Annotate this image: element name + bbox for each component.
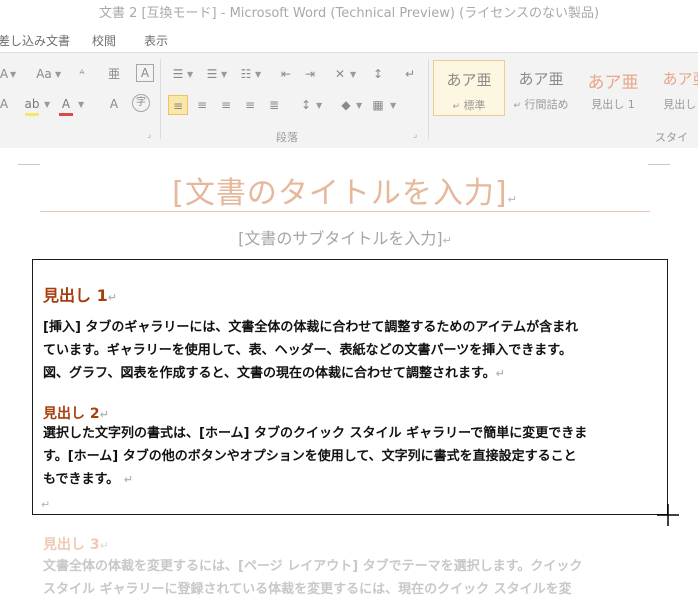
bullets-icon[interactable]: ☰	[168, 64, 188, 84]
chevron-down-icon: ▼	[356, 101, 363, 110]
chevron-down-icon: ▼	[221, 70, 228, 79]
align-right-icon[interactable]: ≡	[216, 95, 236, 115]
text-line: ています。ギャラリーを使用して、表、ヘッダー、表紙などの文書パーツを挿入できます…	[43, 343, 572, 358]
document-subtitle[interactable]: [文書のサブタイトルを入力]↵	[40, 225, 650, 249]
enclose-char-icon[interactable]: 字	[132, 94, 150, 112]
justify-icon[interactable]: ≡	[240, 95, 260, 115]
shading-icon[interactable]: ◆	[336, 95, 356, 115]
chevron-down-icon: ▼	[316, 101, 323, 110]
font-color-icon[interactable]: A	[56, 94, 76, 114]
style-normal[interactable]: あア亜 ↵ 標準	[433, 60, 505, 116]
align-left-icon[interactable]: ≡	[168, 95, 188, 115]
style-name: ↵ 行間詰め	[513, 98, 569, 111]
tab-mailings[interactable]: 差し込み文書	[0, 32, 70, 49]
heading-2[interactable]: 見出し 2↵	[43, 403, 109, 423]
text-line: す。[ホーム] タブの他のボタンやオプションを使用して、文字列に書式を直接設定す…	[43, 449, 577, 464]
align-center-icon[interactable]: ≡	[192, 95, 212, 115]
char-border-icon[interactable]: A	[136, 64, 154, 82]
text-line: [挿入] タブのギャラリーには、文書全体の体裁に合わせて調整するためのアイテムが…	[43, 320, 579, 335]
heading-1[interactable]: 見出し 1↵	[43, 282, 117, 306]
style-name: ↵ 標準	[452, 99, 486, 112]
highlight-icon[interactable]: ab	[22, 94, 42, 114]
body-paragraph-1[interactable]: [挿入] タブのギャラリーには、文書全体の体裁に合わせて調整するためのアイテムが…	[43, 316, 643, 385]
group-separator	[428, 59, 429, 139]
font-dialog-launcher-icon[interactable]: ⌟	[147, 130, 151, 140]
style-sample: あア亜	[446, 71, 492, 89]
paragraph-mark-icon: ↵	[513, 101, 522, 111]
crosshair-cursor-icon	[657, 504, 679, 526]
document-page[interactable]: [文書のタイトルを入力]↵ [文書のサブタイトルを入力]↵ 見出し 1↵ [挿入…	[0, 148, 698, 597]
crop-mark-right	[648, 156, 670, 165]
paragraph-dialog-launcher-icon[interactable]: ⌟	[413, 130, 417, 140]
decrease-indent-icon[interactable]: ⇤	[276, 64, 296, 84]
show-marks-icon[interactable]: ↵	[400, 64, 420, 84]
window-title: 文書 2 [互換モード] - Microsoft Word (Technical…	[0, 0, 698, 28]
ribbon: A ▼ Aa ▼ ᴬ 亜 A A ab ▼ A ▼ A 字 ☰ ▼ ☰ ▼ ☷ …	[0, 52, 698, 160]
body-paragraph-2[interactable]: 選択した文字列の書式は、[ホーム] タブのクイック スタイル ギャラリーで簡単に…	[43, 422, 643, 491]
increase-indent-icon[interactable]: ⇥	[300, 64, 320, 84]
char-shading-icon[interactable]: A	[104, 94, 124, 114]
ribbon-tab-bar: 差し込み文書 校閲 表示	[0, 28, 698, 52]
sort-icon[interactable]: ↕	[368, 64, 388, 84]
chevron-down-icon: ▼	[44, 100, 51, 109]
multilevel-list-icon[interactable]: ☷	[236, 64, 256, 84]
chevron-down-icon: ▼	[350, 70, 357, 79]
text-direction-icon[interactable]: ✕	[330, 64, 350, 84]
line-spacing-icon[interactable]: ↕	[296, 95, 316, 115]
crop-mark-left	[18, 156, 40, 165]
paragraph-mark-icon: ↵	[452, 102, 461, 112]
style-heading-2[interactable]: あア亜 見出し 2	[649, 60, 698, 116]
font-color-bar	[59, 113, 73, 116]
tab-review[interactable]: 校閲	[92, 32, 116, 49]
borders-icon[interactable]: ▦	[368, 95, 388, 115]
text-line: もできます。 ↵	[43, 472, 133, 487]
style-sample: あア亜	[587, 73, 639, 93]
text-line: スタイル ギャラリーに登録されている体裁を変更するには、現在のクイック スタイル…	[43, 582, 572, 597]
style-name: 見出し 1	[591, 98, 635, 111]
document-title[interactable]: [文書のタイトルを入力]↵	[40, 168, 650, 212]
style-sample: あア亜	[662, 70, 698, 88]
heading-3[interactable]: 見出し 3↵	[43, 534, 109, 554]
chevron-down-icon: ▼	[78, 100, 85, 109]
title-underline	[40, 211, 650, 212]
ruby-icon[interactable]: 亜	[104, 64, 124, 84]
paragraph-group-label: 段落	[276, 131, 298, 144]
empty-paragraph-mark: ↵	[41, 498, 51, 511]
body-paragraph-3[interactable]: 文書全体の体裁を変更するには、[ページ レイアウト] タブでテーマを選択します。…	[43, 555, 582, 601]
chevron-down-icon: ▼	[390, 101, 397, 110]
chevron-down-icon: ▼	[55, 70, 62, 79]
tab-view[interactable]: 表示	[144, 32, 168, 49]
text-line: 文書全体の体裁を変更するには、[ページ レイアウト] タブでテーマを選択します。…	[43, 559, 583, 574]
chevron-down-icon: ▼	[10, 70, 17, 79]
group-separator	[160, 59, 161, 139]
text-line: 選択した文字列の書式は、[ホーム] タブのクイック スタイル ギャラリーで簡単に…	[43, 426, 588, 441]
text-effect-icon[interactable]: A	[0, 94, 14, 114]
chevron-down-icon: ▼	[255, 70, 262, 79]
style-heading-1[interactable]: あア亜 見出し 1	[577, 60, 649, 116]
numbering-icon[interactable]: ☰	[202, 64, 222, 84]
chevron-down-icon: ▼	[187, 70, 194, 79]
clear-format-icon[interactable]: ᴬ	[72, 64, 92, 84]
style-sample: あア亜	[518, 70, 564, 88]
text-line: 図、グラフ、図表を作成すると、文書の現在の体裁に合わせて調整されます。↵	[43, 366, 505, 381]
highlight-color-bar	[25, 113, 39, 116]
distributed-icon[interactable]: ≣	[264, 95, 284, 115]
style-no-spacing[interactable]: あア亜 ↵ 行間詰め	[505, 60, 577, 116]
change-case-icon[interactable]: Aa	[33, 64, 55, 84]
style-name: 見出し 2	[663, 98, 698, 111]
selected-text-area[interactable]: 見出し 1↵ [挿入] タブのギャラリーには、文書全体の体裁に合わせて調整するた…	[32, 259, 668, 515]
